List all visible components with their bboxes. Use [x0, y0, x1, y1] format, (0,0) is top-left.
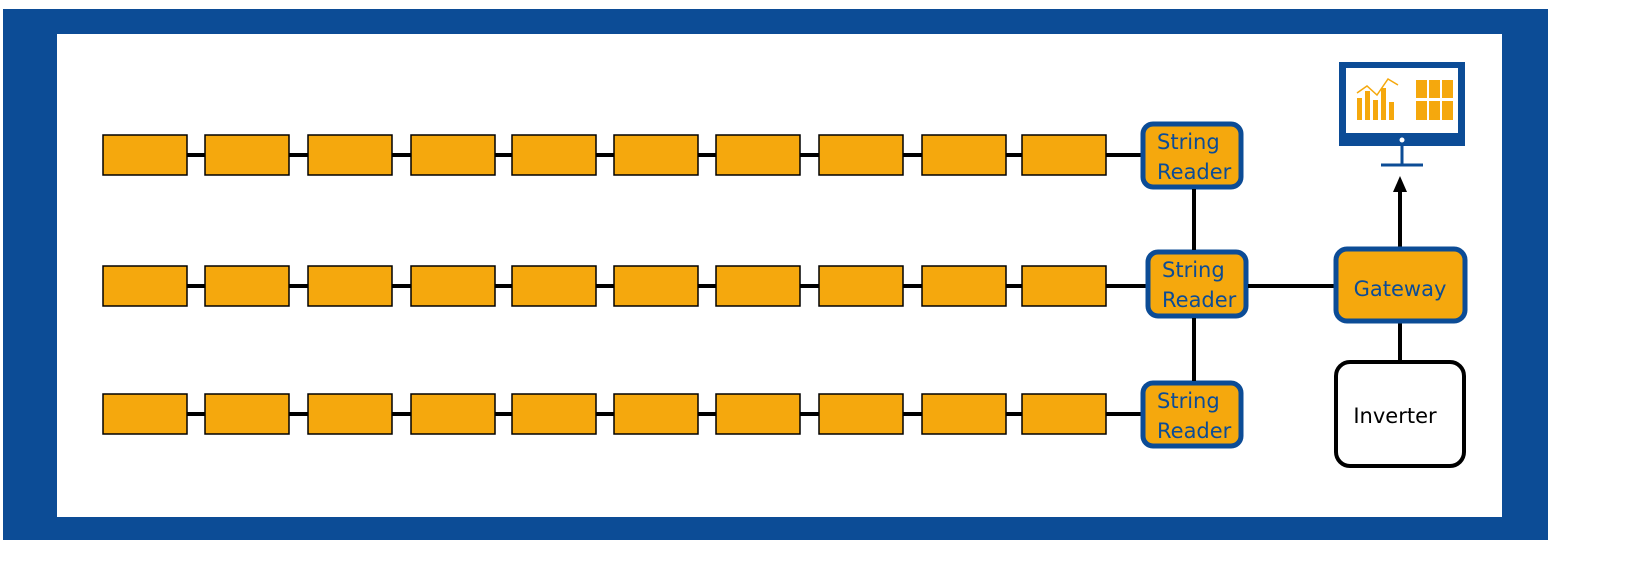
solar-panel[interactable] [102, 265, 188, 307]
solar-panel[interactable] [511, 393, 597, 435]
gateway-node[interactable]: Gateway [1333, 246, 1468, 324]
solar-panel[interactable] [818, 134, 904, 176]
solar-panel[interactable] [307, 393, 393, 435]
solar-panel[interactable] [511, 265, 597, 307]
inverter-label: Inverter [1353, 404, 1437, 428]
solar-panel[interactable] [613, 393, 699, 435]
string-reader-label: Reader [1162, 288, 1237, 312]
string-reader-label: String [1162, 258, 1225, 282]
solar-panel[interactable] [921, 134, 1007, 176]
solar-panel[interactable] [204, 134, 290, 176]
solar-panel[interactable] [204, 393, 290, 435]
solar-panel[interactable] [204, 265, 290, 307]
solar-panel[interactable] [715, 393, 801, 435]
string-reader-label: Reader [1157, 160, 1232, 184]
solar-panel[interactable] [921, 393, 1007, 435]
solar-panel[interactable] [921, 265, 1007, 307]
string-reader-label: Reader [1157, 419, 1232, 443]
solar-panel[interactable] [307, 265, 393, 307]
solar-panel[interactable] [818, 265, 904, 307]
solar-panel[interactable] [102, 134, 188, 176]
solar-panel[interactable] [1021, 265, 1107, 307]
inverter-node[interactable]: Inverter [1334, 360, 1466, 468]
solar-panel[interactable] [410, 393, 496, 435]
string-reader-label: String [1157, 130, 1220, 154]
gateway-label: Gateway [1354, 277, 1447, 301]
solar-panel[interactable] [410, 134, 496, 176]
solar-panel[interactable] [410, 265, 496, 307]
string-reader-node[interactable]: String Reader [1140, 121, 1244, 190]
string-reader-label: String [1157, 389, 1220, 413]
string-reader-node[interactable]: String Reader [1140, 380, 1244, 449]
solar-panel[interactable] [715, 265, 801, 307]
solar-panel[interactable] [613, 134, 699, 176]
solar-panel[interactable] [511, 134, 597, 176]
solar-panel[interactable] [1021, 134, 1107, 176]
solar-panel[interactable] [613, 265, 699, 307]
system-diagram: String Reader String Reader String Reader Gat… [3, 9, 1548, 540]
solar-panel[interactable] [818, 393, 904, 435]
solar-panel[interactable] [307, 134, 393, 176]
solar-panel[interactable] [1021, 393, 1107, 435]
solar-panel[interactable] [715, 134, 801, 176]
string-reader-node[interactable]: String Reader [1145, 249, 1249, 319]
solar-panel[interactable] [102, 393, 188, 435]
